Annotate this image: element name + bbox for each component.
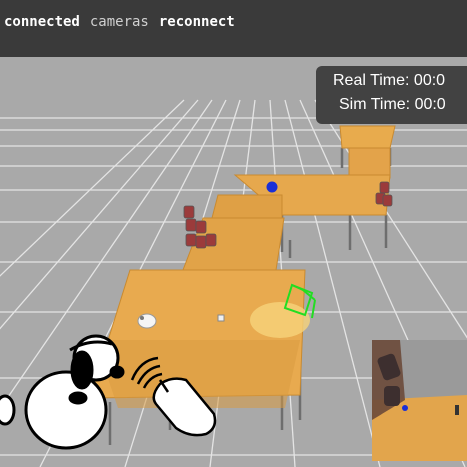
robot-dog-figure xyxy=(137,313,157,329)
time-panel: Real Time: 00:0 Sim Time: 00:0 xyxy=(316,66,467,124)
sim-time-label: Sim Time: 00:0 xyxy=(339,96,446,113)
cameras-link[interactable]: cameras xyxy=(90,14,149,30)
blue-ball xyxy=(266,181,278,193)
small-object xyxy=(217,314,225,322)
top-toolbar: connected cameras reconnect xyxy=(0,0,467,57)
connected-status: connected xyxy=(4,14,80,30)
camera-view-thumbnail[interactable] xyxy=(372,340,467,461)
reconnect-button[interactable]: reconnect xyxy=(159,14,235,30)
real-time-label: Real Time: 00:0 xyxy=(333,72,446,89)
